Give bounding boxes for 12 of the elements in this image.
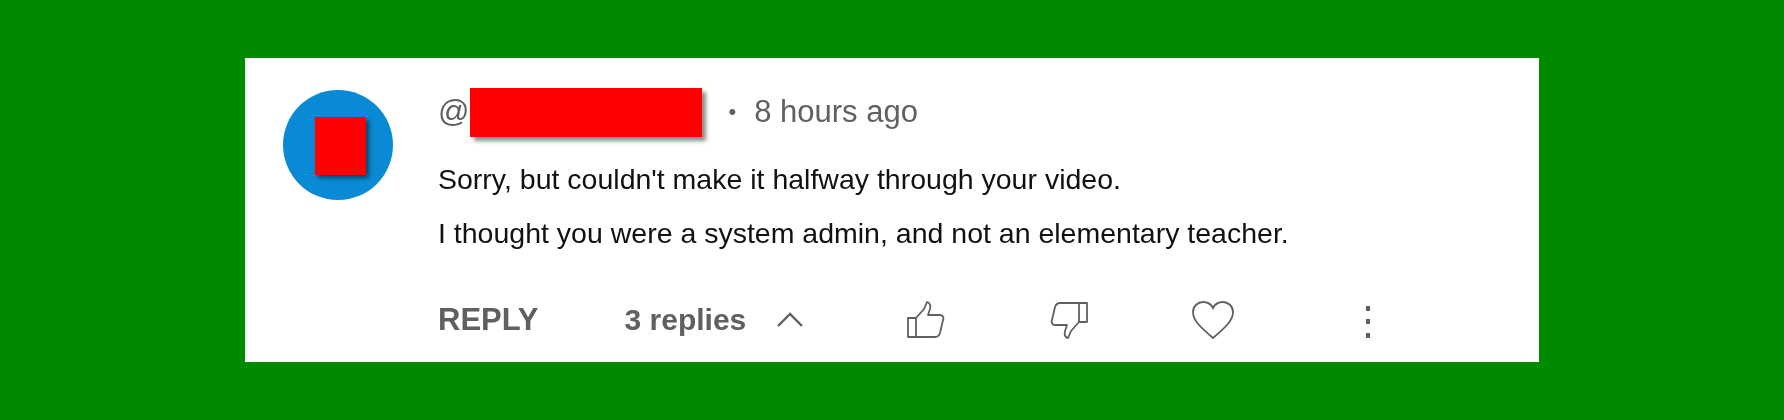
timestamp: 8 hours ago <box>754 94 918 130</box>
avatar-icon <box>283 90 393 200</box>
comment-text: Sorry, but couldn't make it halfway through your video. I thought you were a system admin, and not an elementary teacher. <box>438 162 1290 251</box>
heart-icon[interactable] <box>1191 300 1236 340</box>
replies-toggle[interactable]: 3 replies <box>624 303 747 337</box>
separator-dot: • <box>728 99 737 125</box>
thumbs-up-icon[interactable] <box>906 301 947 339</box>
more-menu-button[interactable]: ⋮ <box>1348 300 1389 340</box>
reply-button[interactable]: REPLY <box>438 302 539 338</box>
at-sign: @ <box>438 94 470 130</box>
chevron-icon[interactable] <box>776 311 805 329</box>
thumbs-down-icon[interactable] <box>1049 301 1090 339</box>
